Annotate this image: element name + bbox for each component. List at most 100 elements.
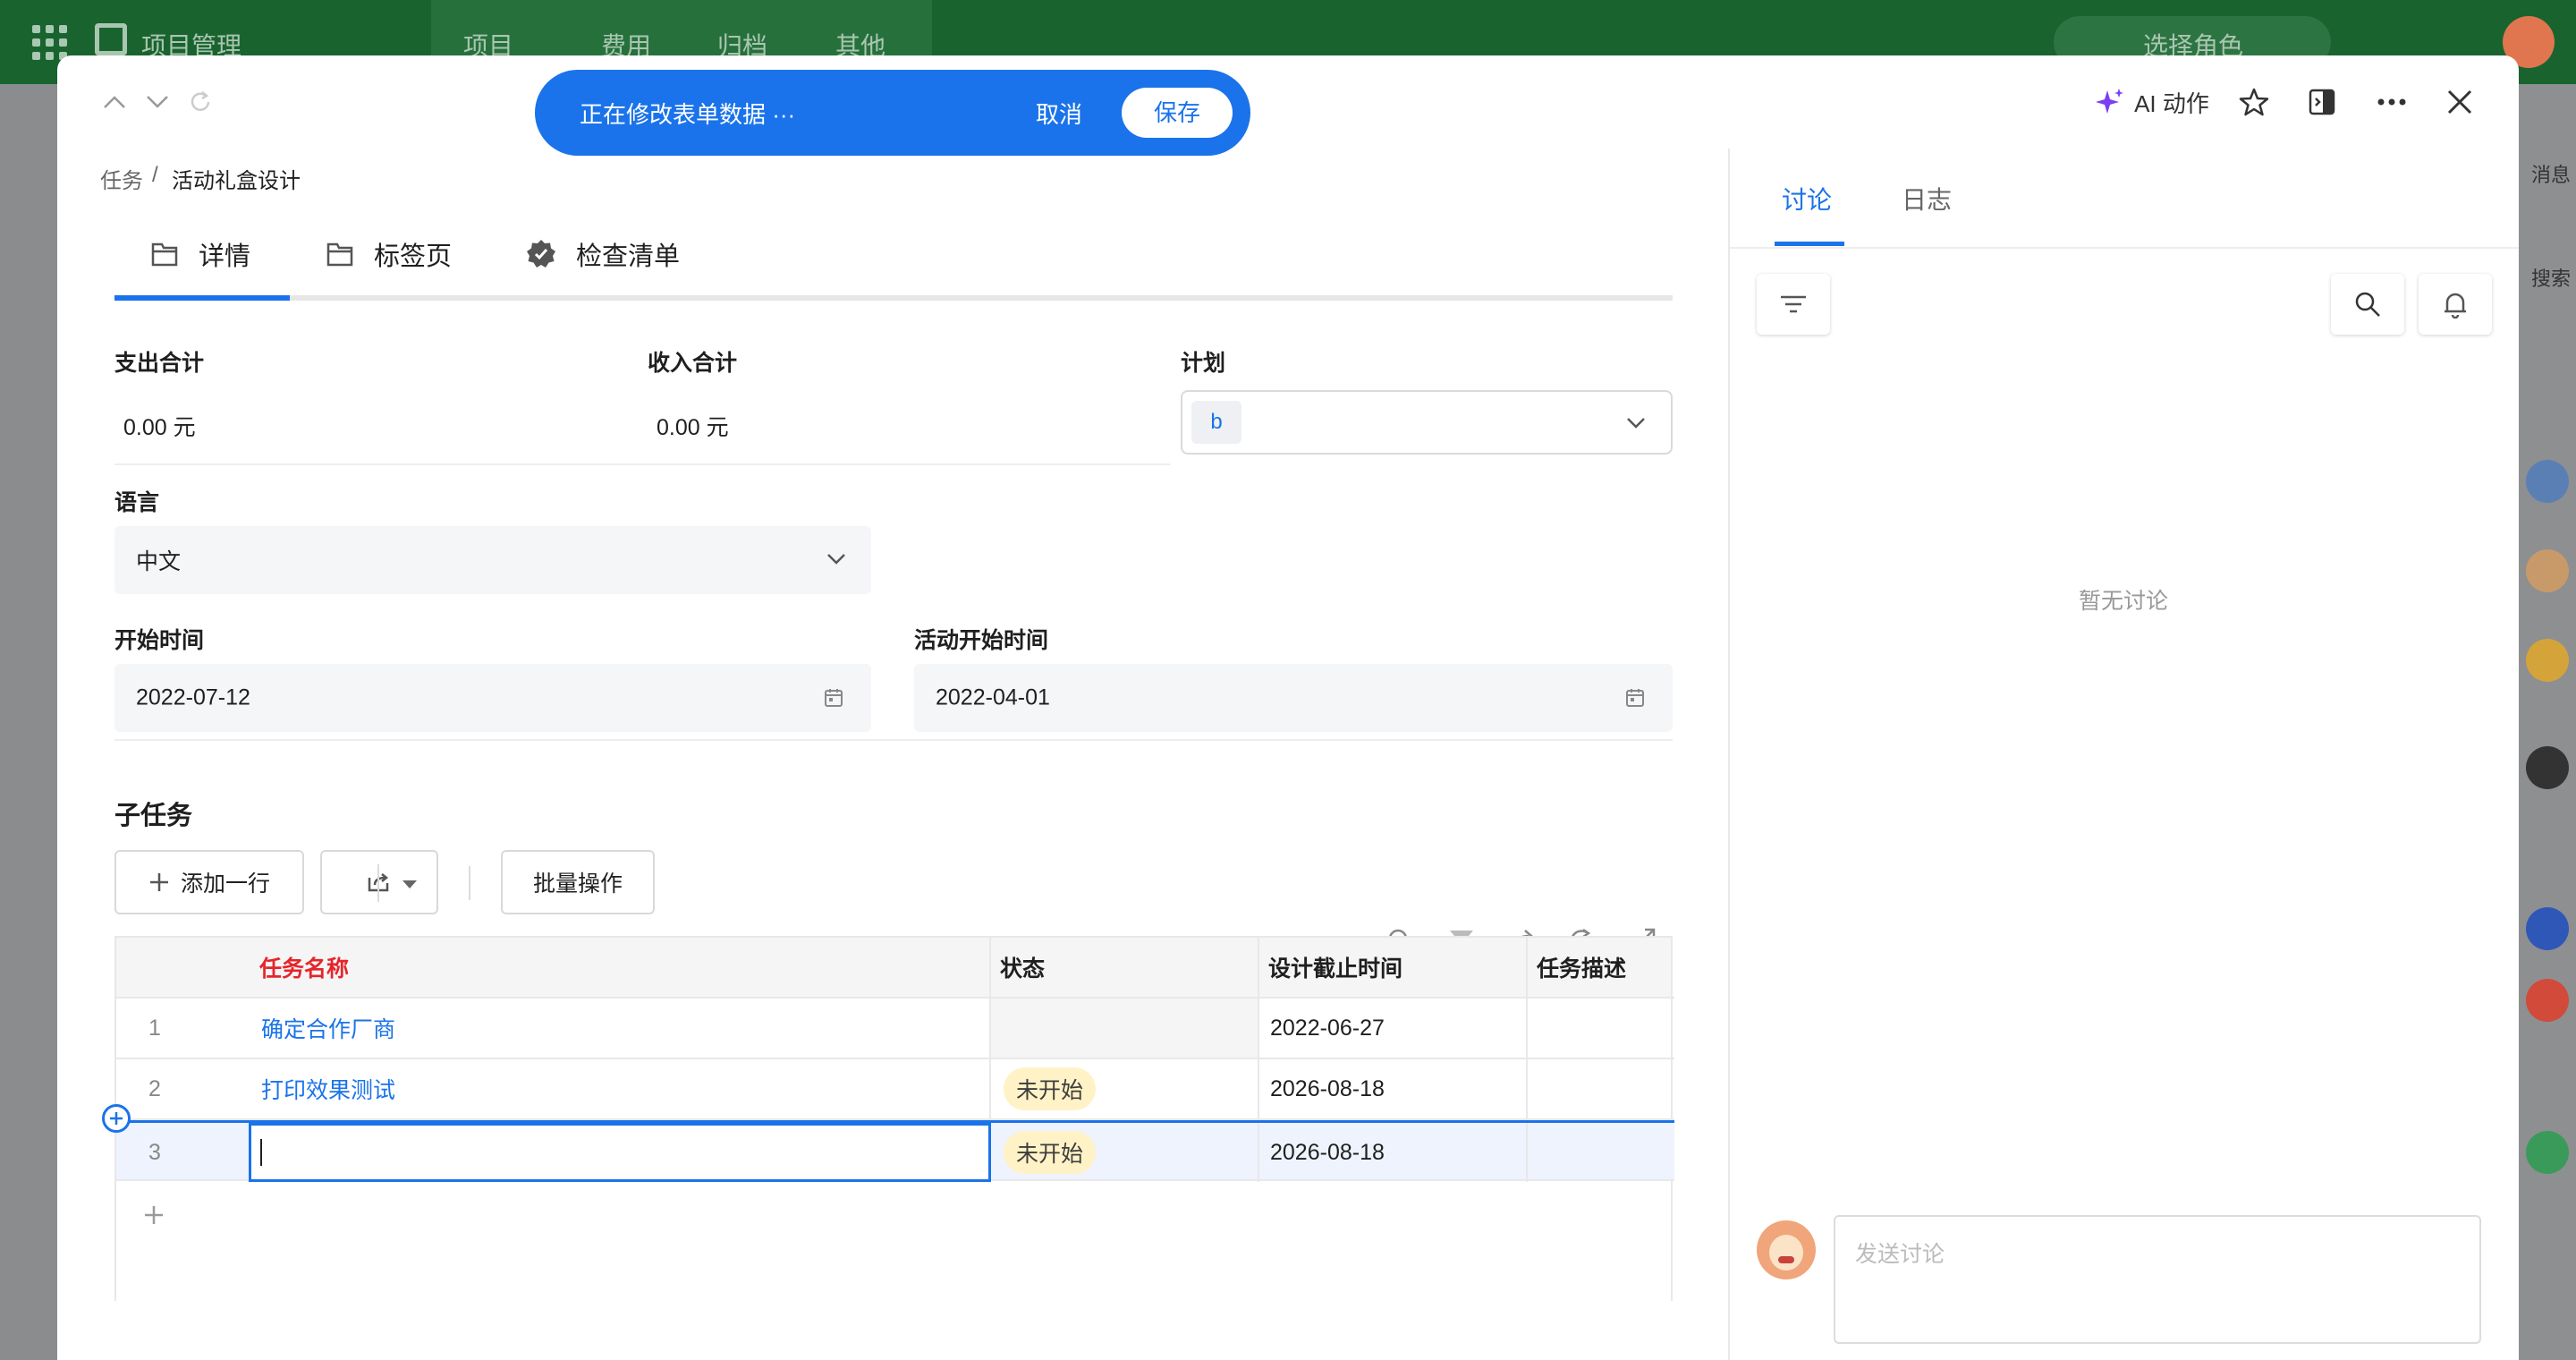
plus-circle-icon	[110, 1112, 123, 1125]
add-row-button[interactable]: 添加一行	[114, 850, 304, 914]
column-header-description[interactable]: 任务描述	[1528, 938, 1671, 997]
discussion-input[interactable]: 发送讨论	[1834, 1215, 2481, 1344]
bell-icon	[2445, 293, 2466, 319]
expense-total-value: 0.00 元	[123, 415, 196, 440]
activity-start-picker[interactable]: 2022-04-01	[914, 664, 1673, 732]
plus-icon	[149, 873, 168, 891]
previous-record-button[interactable]	[95, 82, 134, 122]
chevron-down-icon	[827, 554, 845, 565]
description-cell[interactable]	[1528, 999, 1671, 1058]
plan-select[interactable]: b	[1181, 390, 1673, 455]
more-button[interactable]	[2368, 79, 2415, 125]
app-right-bar: 消息 搜索	[2519, 84, 2576, 1360]
contact-avatar[interactable]	[2526, 460, 2569, 503]
tab-log[interactable]: 日志	[1902, 181, 1952, 217]
save-button[interactable]: 保存	[1122, 88, 1233, 138]
table-row-editing[interactable]: 3 未开始 2026-08-18	[116, 1120, 1674, 1182]
expense-total-label: 支出合计	[114, 351, 205, 376]
tab-discussion[interactable]: 讨论	[1782, 181, 1832, 217]
apps-grid-icon[interactable]	[27, 20, 67, 60]
column-header-task-name[interactable]: 任务名称	[249, 938, 991, 997]
status-badge: 未开始	[1004, 1131, 1097, 1174]
discussion-filter-button[interactable]	[1757, 274, 1830, 335]
deadline-cell[interactable]: 2026-08-18	[1259, 1059, 1528, 1118]
split-separator	[377, 864, 379, 902]
task-name-cell[interactable]: 打印效果测试	[249, 1059, 991, 1118]
side-panel-icon	[2309, 89, 2335, 115]
next-record-button[interactable]	[138, 82, 177, 122]
description-cell[interactable]	[1528, 1123, 1671, 1182]
income-total-label: 收入合计	[648, 351, 738, 376]
contact-avatar[interactable]	[2526, 746, 2569, 789]
avatar-face	[1769, 1235, 1803, 1271]
more-icon	[2377, 98, 2406, 106]
star-icon	[2239, 88, 2269, 116]
ai-action-label: AI 动作	[2134, 89, 2209, 117]
status-badge: 未开始	[1004, 1067, 1097, 1110]
toggle-side-panel-button[interactable]	[2299, 79, 2345, 125]
insert-row-button[interactable]	[102, 1104, 131, 1133]
description-cell[interactable]	[1528, 1059, 1671, 1118]
row-number-header	[116, 938, 249, 997]
language-select[interactable]: 中文	[114, 526, 871, 594]
refresh-button[interactable]	[181, 82, 220, 122]
app-sidebar	[0, 84, 57, 1360]
start-time-picker[interactable]: 2022-07-12	[114, 664, 871, 732]
task-name-cell[interactable]: 确定合作厂商	[249, 999, 991, 1058]
calendar-icon	[825, 689, 843, 707]
calendar-icon	[1626, 689, 1644, 707]
status-cell[interactable]: 未开始	[991, 1059, 1259, 1118]
tab-checklist-label: 检查清单	[576, 242, 681, 271]
ai-action-button[interactable]: AI 动作	[2089, 79, 2215, 125]
discussion-search-button[interactable]	[2331, 274, 2404, 335]
plan-tag: b	[1191, 401, 1241, 444]
discussion-notify-button[interactable]	[2419, 274, 2492, 335]
discussion-tab-indicator	[1775, 242, 1844, 246]
contact-avatar[interactable]	[2526, 549, 2569, 592]
unsaved-changes-bar: 正在修改表单数据 ··· 取消 保存	[535, 70, 1250, 156]
tab-details[interactable]: 详情	[150, 233, 250, 276]
tab-checklist[interactable]: 检查清单	[526, 233, 680, 276]
subtasks-table: 任务名称 状态 设计截止时间 任务描述 1 确定合作厂商 2022-06-27 …	[114, 936, 1674, 1301]
contact-avatar[interactable]	[2526, 979, 2569, 1022]
status-cell[interactable]	[991, 999, 1259, 1058]
deadline-cell[interactable]: 2026-08-18	[1259, 1123, 1528, 1182]
column-header-status[interactable]: 状态	[991, 938, 1259, 997]
table-row[interactable]: 1 确定合作厂商 2022-06-27	[116, 999, 1674, 1059]
messages-hint: 消息	[2531, 164, 2572, 186]
deadline-cell[interactable]: 2022-06-27	[1259, 999, 1528, 1058]
batch-operations-button[interactable]: 批量操作	[501, 850, 655, 914]
language-label: 语言	[114, 490, 160, 515]
cancel-button[interactable]: 取消	[1036, 97, 1082, 130]
contact-avatar[interactable]	[2526, 907, 2569, 950]
contact-avatar[interactable]	[2526, 639, 2569, 682]
contact-avatar[interactable]	[2526, 1131, 2569, 1174]
panel-divider	[1728, 149, 1730, 1360]
refresh-icon	[191, 91, 210, 111]
start-time-value: 2022-07-12	[136, 684, 250, 710]
status-cell[interactable]: 未开始	[991, 1123, 1259, 1182]
language-value: 中文	[136, 549, 182, 574]
add-row-inline-button[interactable]	[136, 1197, 172, 1233]
plus-icon	[145, 1206, 163, 1224]
batch-operations-label: 批量操作	[532, 871, 623, 897]
table-header-row: 任务名称 状态 设计截止时间 任务描述	[116, 938, 1674, 999]
app-logo-icon	[95, 23, 127, 55]
export-split-button[interactable]	[320, 850, 438, 914]
export-icon	[368, 873, 389, 892]
start-time-label: 开始时间	[114, 628, 205, 653]
tab-tag-page[interactable]: 标签页	[326, 233, 452, 276]
add-row-label: 添加一行	[180, 871, 270, 897]
close-button[interactable]	[2436, 79, 2483, 125]
current-user-avatar	[1757, 1220, 1816, 1279]
subtasks-title: 子任务	[114, 802, 193, 830]
favorite-button[interactable]	[2231, 79, 2277, 125]
activity-start-label: 活动开始时间	[914, 628, 1049, 653]
task-name-input[interactable]	[249, 1123, 991, 1182]
chevron-down-icon	[147, 96, 168, 108]
table-row[interactable]: 2 打印效果测试 未开始 2026-08-18	[116, 1059, 1674, 1120]
column-header-deadline[interactable]: 设计截止时间	[1259, 938, 1528, 997]
tab-track	[114, 295, 1673, 301]
row-number: 2	[148, 1075, 161, 1101]
breadcrumb-parent[interactable]: 任务	[100, 163, 143, 194]
